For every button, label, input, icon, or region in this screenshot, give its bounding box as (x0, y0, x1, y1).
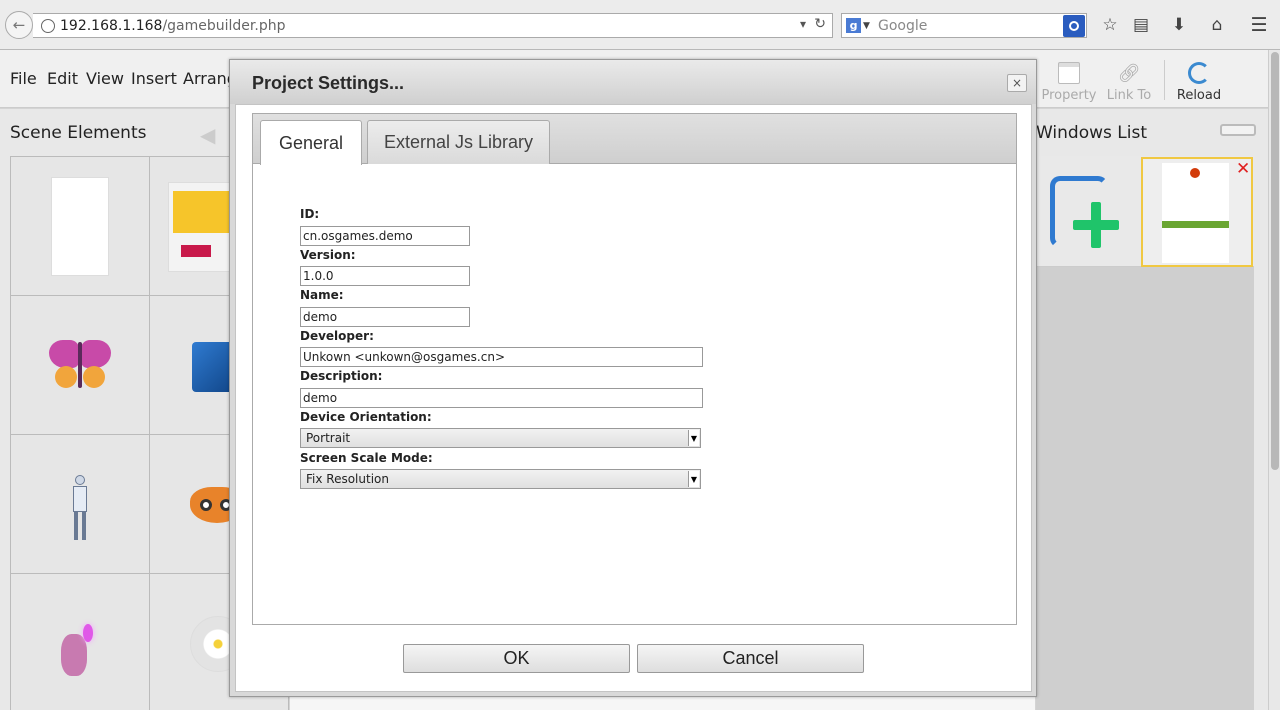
project-settings-dialog: Project Settings... × General External J… (229, 59, 1037, 697)
screen-scale-mode-select[interactable]: Fix Resolution ▼ (300, 469, 701, 489)
scene-elements-panel: Scene Elements ◀ (0, 109, 289, 710)
add-window-button[interactable] (1050, 176, 1122, 250)
scene-elements-grid (10, 156, 289, 710)
search-engine-selector[interactable]: g ▼ (842, 14, 874, 37)
globe-icon (41, 18, 55, 33)
chevron-down-icon[interactable]: ▾ (800, 17, 806, 31)
back-arrow-icon: ← (12, 16, 26, 34)
device-orientation-value: Portrait (306, 431, 351, 445)
windows-strip: ✕ (1036, 156, 1254, 267)
chevron-down-icon: ▼ (863, 20, 870, 31)
scene-element-dancer[interactable] (11, 574, 150, 710)
page-scrollbar[interactable] (1268, 50, 1280, 710)
screen-scale-mode-label: Screen Scale Mode: (300, 451, 433, 465)
cancel-button[interactable]: Cancel (637, 644, 864, 673)
dancer-thumbnail (53, 624, 103, 686)
refresh-icon[interactable]: ↻ (814, 16, 826, 32)
search-icon[interactable] (1063, 14, 1085, 37)
developer-field[interactable] (300, 347, 703, 367)
scrollbar-thumb[interactable] (1271, 52, 1279, 470)
property-button[interactable]: Property (1038, 57, 1100, 103)
blank-page-thumbnail (51, 177, 109, 276)
tab-external-js-library[interactable]: External Js Library (367, 120, 550, 164)
delete-window-icon[interactable]: ✕ (1236, 159, 1250, 179)
home-icon[interactable]: ⌂ (1206, 14, 1228, 36)
scene-element-butterfly[interactable] (11, 296, 150, 435)
download-icon[interactable]: ⬇ (1168, 14, 1190, 36)
reload-button[interactable]: Reload (1168, 57, 1230, 103)
plus-icon-bar (1073, 220, 1119, 230)
link-to-button[interactable]: 🔗︎ Link To (1098, 57, 1160, 103)
scene-element-robot[interactable] (11, 435, 150, 574)
window-thumbnail[interactable]: ✕ (1141, 157, 1253, 267)
device-orientation-select[interactable]: Portrait ▼ (300, 428, 701, 448)
robot-thumbnail (69, 475, 91, 541)
collapse-left-icon[interactable]: ◀ (200, 123, 215, 147)
id-field[interactable] (300, 226, 470, 246)
tab-general[interactable]: General (260, 120, 362, 165)
grass-sprite (1162, 221, 1229, 228)
search-input[interactable]: g ▼ Google (841, 13, 1087, 38)
window-preview-page (1162, 163, 1229, 263)
ok-button[interactable]: OK (403, 644, 630, 673)
url-bar[interactable]: 192.168.1.168/gamebuilder.php ▾ ↻ (33, 13, 833, 38)
link-icon: 🔗︎ (1117, 63, 1141, 84)
windows-list-title: Windows List (1036, 123, 1148, 143)
windows-list-area: ✕ (1036, 156, 1254, 710)
tab-bar: General External Js Library (253, 114, 1016, 165)
menu-insert[interactable]: Insert (131, 69, 177, 88)
url-host: 192.168.1.168 (60, 17, 163, 34)
chevron-down-icon: ▼ (688, 430, 699, 446)
version-label: Version: (300, 248, 356, 262)
url-path: /gamebuilder.php (162, 17, 286, 34)
ball-sprite (1190, 168, 1200, 178)
reload-label: Reload (1176, 88, 1222, 103)
toolbar-divider (1164, 60, 1165, 100)
canvas-edge (290, 696, 1035, 710)
developer-label: Developer: (300, 329, 374, 343)
property-label: Property (1041, 88, 1097, 103)
name-label: Name: (300, 288, 344, 302)
screen-scale-mode-value: Fix Resolution (306, 472, 389, 486)
close-icon[interactable]: × (1007, 74, 1027, 92)
butterfly-thumbnail (49, 336, 111, 394)
minimize-panel-button[interactable] (1220, 124, 1256, 136)
search-placeholder: Google (878, 17, 928, 34)
menu-file[interactable]: File (10, 69, 37, 88)
back-button[interactable]: ← (5, 11, 33, 39)
dialog-titlebar[interactable]: Project Settings... × (230, 60, 1036, 104)
scene-element-blank-page[interactable] (11, 157, 150, 296)
google-icon: g (846, 18, 862, 33)
reload-icon (1188, 62, 1210, 84)
id-label: ID: (300, 207, 320, 221)
property-icon (1058, 62, 1080, 84)
menu-edit[interactable]: Edit (47, 69, 78, 88)
settings-tabs-panel: General External Js Library ID: Version:… (252, 113, 1017, 625)
hamburger-menu-icon[interactable]: ☰ (1248, 14, 1270, 36)
dialog-body: General External Js Library ID: Version:… (235, 104, 1032, 692)
description-field[interactable] (300, 388, 703, 408)
menu-view[interactable]: View (86, 69, 124, 88)
bookmark-star-icon[interactable]: ☆ (1099, 14, 1121, 36)
dialog-title: Project Settings... (252, 73, 405, 93)
name-field[interactable] (300, 307, 470, 327)
version-field[interactable] (300, 266, 470, 286)
link-to-label: Link To (1106, 88, 1152, 103)
scene-elements-title: Scene Elements (10, 123, 147, 143)
reading-list-icon[interactable]: ▤ (1130, 14, 1152, 36)
device-orientation-label: Device Orientation: (300, 410, 432, 424)
windows-list-panel: Windows List ✕ (1036, 109, 1268, 710)
description-label: Description: (300, 369, 383, 383)
browser-toolbar: ← 192.168.1.168/gamebuilder.php ▾ ↻ g ▼ G… (0, 0, 1280, 50)
chevron-down-icon: ▼ (688, 471, 699, 487)
